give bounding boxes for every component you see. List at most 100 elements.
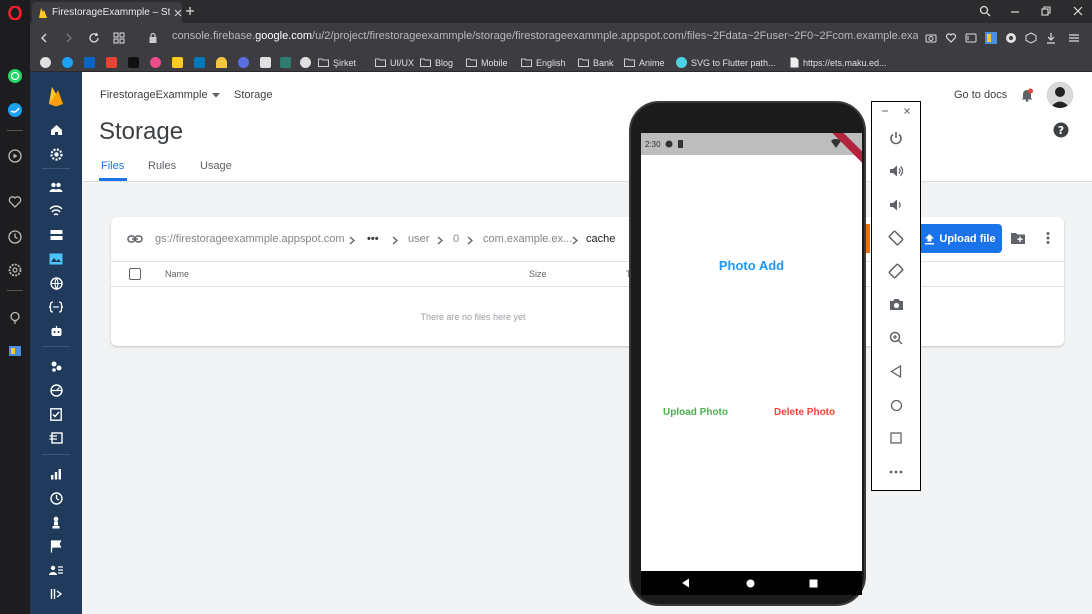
- more-vert-icon[interactable]: [1042, 231, 1054, 245]
- upload-photo-button[interactable]: Upload Photo: [663, 407, 728, 418]
- extension-icon[interactable]: [7, 343, 23, 359]
- path-bucket[interactable]: gs://firestorageexammple.appspot.com: [155, 233, 345, 245]
- flag-icon[interactable]: [48, 538, 64, 554]
- home-circle-icon[interactable]: [888, 397, 904, 413]
- help-icon[interactable]: ?: [1053, 122, 1069, 138]
- app-distribution-icon[interactable]: [48, 430, 64, 446]
- analytics-chart-icon[interactable]: [48, 466, 64, 482]
- overview-square-icon[interactable]: [888, 430, 904, 446]
- firestore-icon[interactable]: [48, 227, 64, 243]
- bookmark-firebase-icon[interactable]: [172, 56, 183, 69]
- reload-icon[interactable]: [86, 30, 102, 46]
- ml-robot-icon[interactable]: [48, 323, 64, 339]
- heart-icon[interactable]: [7, 194, 23, 210]
- new-tab-icon[interactable]: [182, 3, 198, 19]
- camera-icon[interactable]: [923, 30, 939, 46]
- audiences-icon[interactable]: [48, 514, 64, 530]
- nav-back-icon[interactable]: [679, 577, 691, 589]
- bookmark-folder-anime[interactable]: Anime: [624, 56, 665, 69]
- nav-recents-icon[interactable]: [807, 577, 819, 589]
- bookmark-code-icon[interactable]: [260, 56, 271, 69]
- bookmark-ets-maku[interactable]: https://ets.maku.ed...: [790, 56, 887, 69]
- bookmark-gmail-icon[interactable]: [106, 56, 117, 69]
- whatsapp-icon[interactable]: [7, 68, 23, 84]
- bookmark-folder-uiux[interactable]: UI/UX: [375, 56, 414, 69]
- functions-icon[interactable]: [48, 299, 64, 315]
- forward-icon[interactable]: [61, 30, 77, 46]
- power-icon[interactable]: [888, 130, 904, 146]
- rotate-right-icon[interactable]: [888, 263, 904, 279]
- breadcrumb-section[interactable]: Storage: [234, 89, 273, 101]
- path-segment[interactable]: user: [408, 233, 429, 245]
- users-icon[interactable]: [48, 179, 64, 195]
- bookmark-folder-sirket[interactable]: Şirket: [318, 56, 356, 69]
- tab-rules[interactable]: Rules: [148, 160, 176, 172]
- bookmark-twitter-icon[interactable]: [62, 56, 73, 69]
- download-icon[interactable]: [1043, 30, 1059, 46]
- rotate-left-icon[interactable]: [888, 230, 904, 246]
- close-window-icon[interactable]: [1070, 3, 1086, 19]
- bookmark-github-icon[interactable]: [40, 56, 51, 69]
- column-size[interactable]: Size: [529, 269, 547, 279]
- path-segment[interactable]: com.example.ex...: [483, 233, 572, 245]
- project-selector[interactable]: FirestorageExammple: [100, 89, 220, 101]
- go-to-docs-link[interactable]: Go to docs: [954, 89, 1007, 101]
- tab-usage[interactable]: Usage: [200, 160, 232, 172]
- back-triangle-icon[interactable]: [888, 363, 904, 379]
- home-icon[interactable]: [48, 122, 64, 138]
- link-icon[interactable]: [127, 232, 143, 246]
- zoom-icon[interactable]: [888, 330, 904, 346]
- address-bar[interactable]: console.firebase.google.com/u/2/project/…: [172, 30, 918, 42]
- performance-icon[interactable]: [48, 382, 64, 398]
- gear-icon[interactable]: [48, 146, 64, 162]
- bookmark-folder-mobile[interactable]: Mobile: [466, 56, 508, 69]
- panel-close-icon[interactable]: [903, 107, 911, 115]
- bookmark-folder-english[interactable]: English: [521, 56, 566, 69]
- bookmark-medium-icon[interactable]: [128, 56, 139, 69]
- events-clock-icon[interactable]: [48, 490, 64, 506]
- bookmark-dribbble-icon[interactable]: [150, 56, 161, 69]
- crashlytics-icon[interactable]: [48, 358, 64, 374]
- notifications-bell-icon[interactable]: [1020, 88, 1034, 102]
- history-icon[interactable]: [7, 229, 23, 245]
- volume-up-icon[interactable]: [888, 163, 904, 179]
- translate-extension-icon[interactable]: [983, 30, 999, 46]
- hosting-globe-icon[interactable]: [48, 275, 64, 291]
- speed-dial-icon[interactable]: [111, 30, 127, 46]
- new-folder-icon[interactable]: [1010, 231, 1026, 245]
- restore-icon[interactable]: [1038, 3, 1054, 19]
- settings-icon[interactable]: [7, 262, 23, 278]
- wallet-icon[interactable]: [963, 30, 979, 46]
- realtime-db-icon[interactable]: [48, 203, 64, 219]
- path-ellipsis[interactable]: •••: [367, 233, 379, 245]
- bookmark-codepen-icon[interactable]: [238, 56, 249, 69]
- panel-minimize-icon[interactable]: [881, 107, 889, 115]
- search-tabs-icon[interactable]: [977, 3, 993, 19]
- bookmark-linkedin-icon[interactable]: [84, 56, 95, 69]
- minimize-icon[interactable]: [1007, 3, 1023, 19]
- bookmark-folder-bank[interactable]: Bank: [578, 56, 614, 69]
- easy-setup-icon[interactable]: [1066, 30, 1082, 46]
- firebase-logo-icon[interactable]: [47, 85, 65, 107]
- user-list-icon[interactable]: [48, 562, 64, 578]
- back-icon[interactable]: [36, 30, 52, 46]
- delete-photo-button[interactable]: Delete Photo: [774, 407, 835, 418]
- github-extension-icon[interactable]: [1003, 30, 1019, 46]
- lightbulb-icon[interactable]: [7, 310, 23, 326]
- upload-file-button[interactable]: Upload file: [918, 224, 1002, 253]
- more-horiz-icon[interactable]: [888, 464, 904, 480]
- column-name[interactable]: Name: [165, 269, 189, 279]
- photo-add-button[interactable]: Photo Add: [641, 258, 862, 273]
- test-lab-icon[interactable]: [48, 406, 64, 422]
- bookmark-folder-blog[interactable]: Blog: [420, 56, 453, 69]
- player-icon[interactable]: [7, 148, 23, 164]
- lock-icon[interactable]: [145, 30, 161, 46]
- path-segment[interactable]: 0: [453, 233, 459, 245]
- opera-logo-icon[interactable]: [7, 5, 23, 21]
- volume-down-icon[interactable]: [888, 197, 904, 213]
- screenshot-camera-icon[interactable]: [888, 296, 904, 312]
- bookmark-svg-flutter[interactable]: SVG to Flutter path...: [676, 56, 776, 69]
- cube-extension-icon[interactable]: [1023, 30, 1039, 46]
- bookmark-arc-icon[interactable]: [216, 56, 227, 69]
- bookmark-dev-icon[interactable]: [280, 56, 291, 69]
